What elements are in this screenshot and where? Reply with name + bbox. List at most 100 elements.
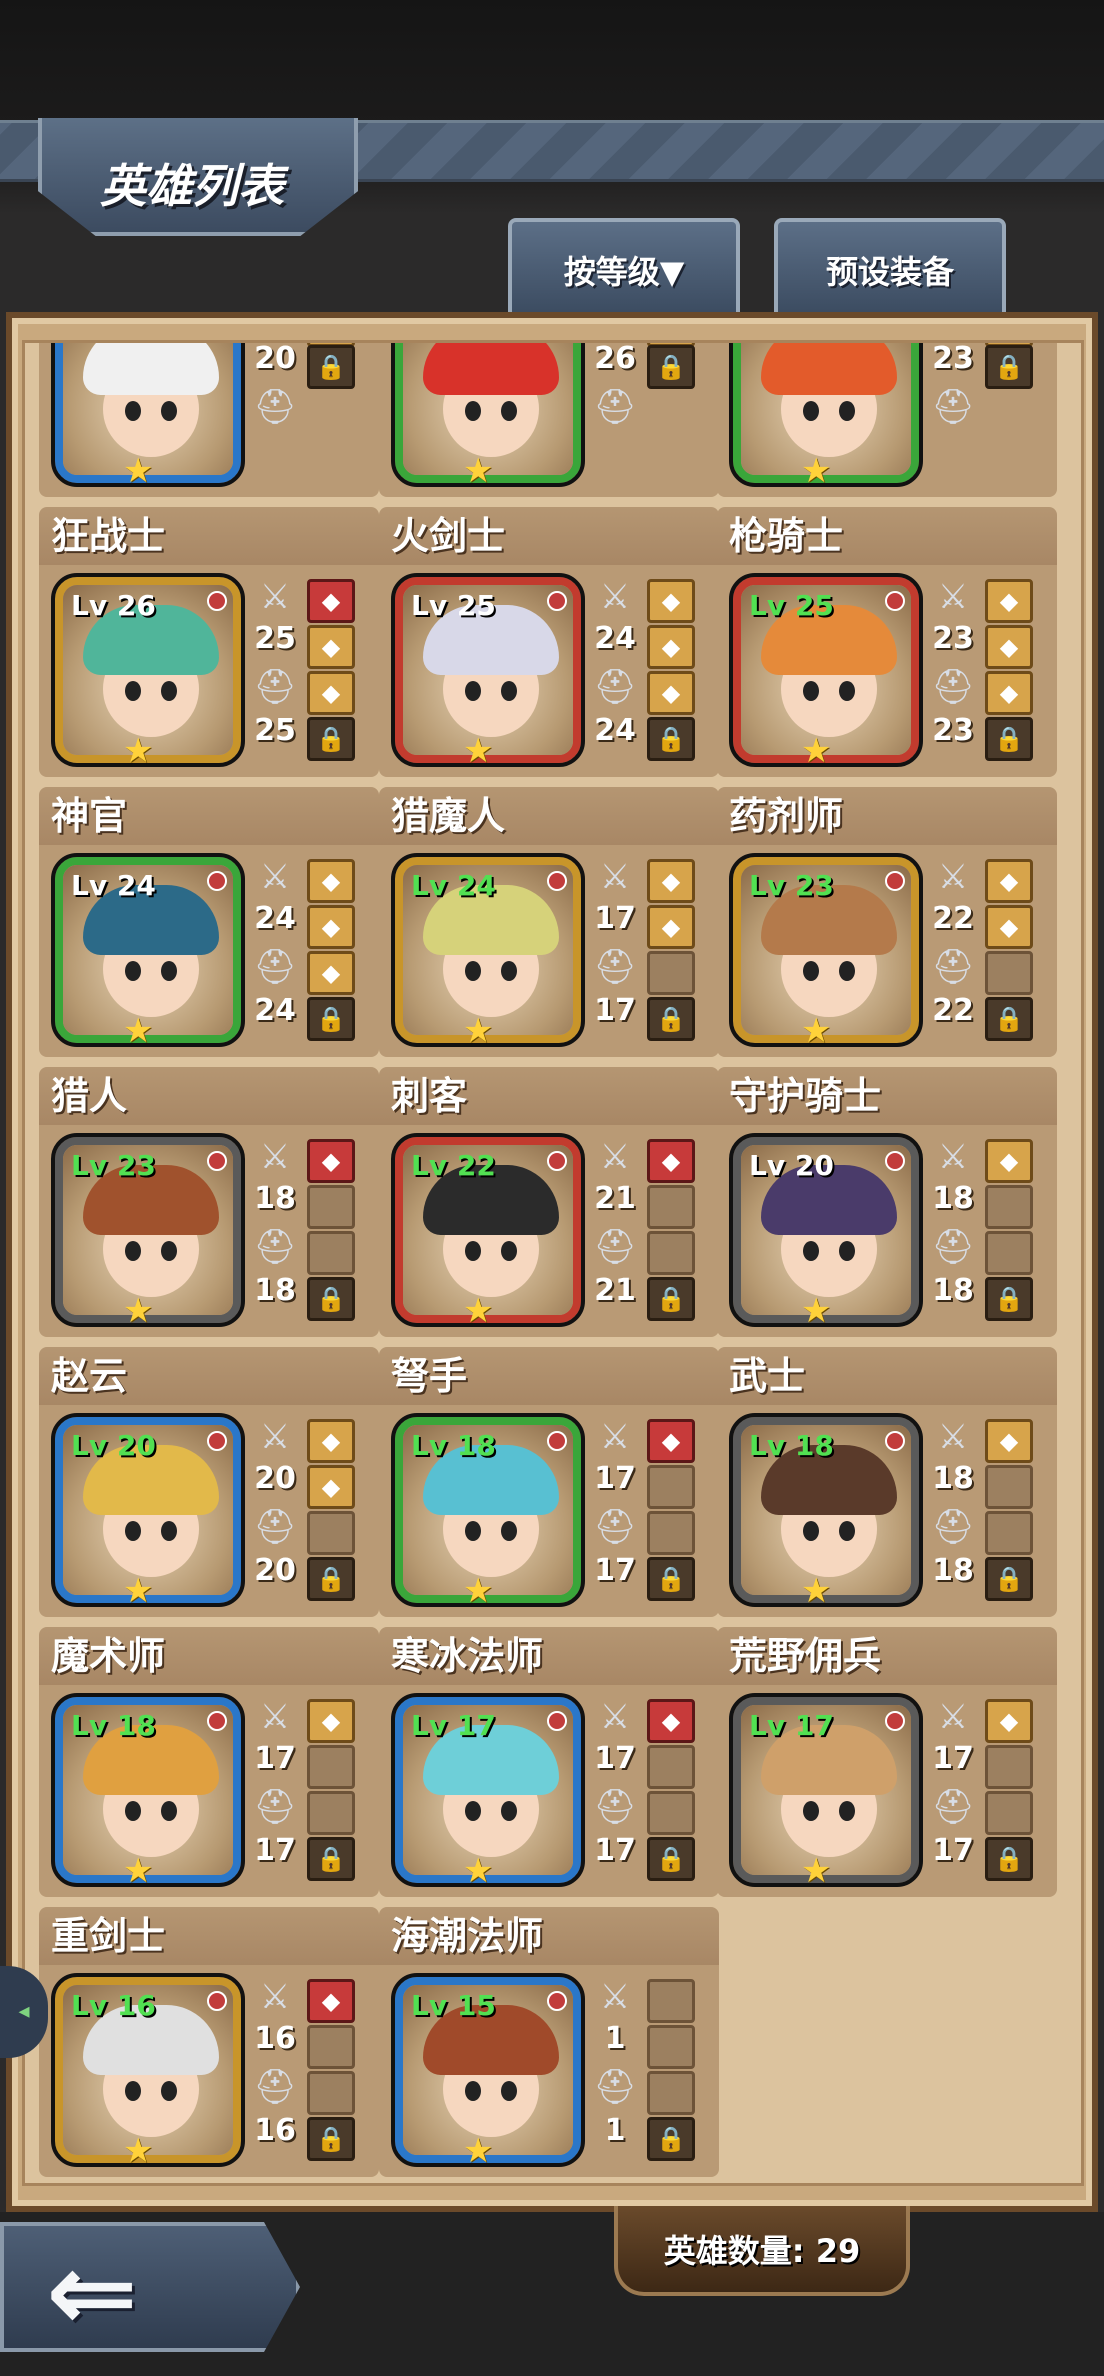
empty-equipment-slot[interactable] xyxy=(647,1745,695,1789)
empty-equipment-slot[interactable] xyxy=(985,1231,1033,1275)
equipment-slot[interactable]: ◆ xyxy=(985,671,1033,715)
lock-icon[interactable]: 🔒 xyxy=(647,2117,695,2161)
lock-icon[interactable]: 🔒 xyxy=(647,717,695,761)
equipment-slot[interactable]: ◆ xyxy=(307,905,355,949)
equipment-slot[interactable]: ◆ xyxy=(307,1139,355,1183)
equipment-slot[interactable]: ◆ xyxy=(307,579,355,623)
equipment-slot[interactable]: ◆ xyxy=(985,1139,1033,1183)
hero-card[interactable]: 海潮法师 Lv 15 ★ ⚔ 1 ⛑ 1 🔒 xyxy=(379,1907,719,2177)
hero-name: 猎人 xyxy=(39,1067,379,1125)
hero-card[interactable]: 武士 Lv 18 ★ ⚔ 18 ⛑ 18 ◆ 🔒 xyxy=(717,1347,1057,1617)
empty-equipment-slot[interactable] xyxy=(307,1185,355,1229)
empty-equipment-slot[interactable] xyxy=(985,1791,1033,1835)
lock-icon[interactable]: 🔒 xyxy=(985,345,1033,389)
empty-equipment-slot[interactable] xyxy=(647,2071,695,2115)
sort-by-level-button[interactable]: 按等级▼ xyxy=(508,218,740,318)
empty-equipment-slot[interactable] xyxy=(647,1465,695,1509)
defense-value: 17 xyxy=(932,1833,974,1868)
empty-equipment-slot[interactable] xyxy=(647,1231,695,1275)
equipment-slot[interactable]: ◆ xyxy=(985,1699,1033,1743)
equipment-slot[interactable]: ◆ xyxy=(647,859,695,903)
equipment-slot[interactable]: ◆ xyxy=(307,951,355,995)
empty-equipment-slot[interactable] xyxy=(647,1979,695,2023)
empty-equipment-slot[interactable] xyxy=(647,951,695,995)
empty-equipment-slot[interactable] xyxy=(307,1511,355,1555)
hero-card[interactable]: 寒冰法师 Lv 17 ★ ⚔ 17 ⛑ 17 ◆ 🔒 xyxy=(379,1627,719,1897)
equipment-slot[interactable]: ◆ xyxy=(307,1419,355,1463)
equipment-slot[interactable]: ◆ xyxy=(307,1699,355,1743)
equipment-slot[interactable]: ◆ xyxy=(307,625,355,669)
hero-card[interactable]: 刺客 Lv 22 ★ ⚔ 21 ⛑ 21 ◆ 🔒 xyxy=(379,1067,719,1337)
star-icon: ★ xyxy=(801,1011,832,1051)
back-arrow-icon[interactable]: ⇐ xyxy=(46,2228,138,2356)
empty-equipment-slot[interactable] xyxy=(985,1745,1033,1789)
hero-card[interactable]: ★⚔20⛑◆🔒 xyxy=(39,343,379,497)
equipment-slot[interactable]: ◆ xyxy=(307,671,355,715)
empty-equipment-slot[interactable] xyxy=(647,1185,695,1229)
back-button[interactable] xyxy=(0,2222,300,2352)
lock-icon[interactable]: 🔒 xyxy=(647,345,695,389)
equipment-slot[interactable]: ◆ xyxy=(985,905,1033,949)
empty-equipment-slot[interactable] xyxy=(307,1745,355,1789)
lock-icon[interactable]: 🔒 xyxy=(307,1277,355,1321)
lock-icon[interactable]: 🔒 xyxy=(307,1837,355,1881)
hero-card[interactable]: 魔术师 Lv 18 ★ ⚔ 17 ⛑ 17 ◆ 🔒 xyxy=(39,1627,379,1897)
lock-icon[interactable]: 🔒 xyxy=(307,2117,355,2161)
empty-equipment-slot[interactable] xyxy=(307,1231,355,1275)
lock-icon[interactable]: 🔒 xyxy=(985,717,1033,761)
empty-equipment-slot[interactable] xyxy=(985,951,1033,995)
equipment-slot[interactable]: ◆ xyxy=(647,1139,695,1183)
equipment-slot[interactable]: ◆ xyxy=(307,1465,355,1509)
empty-equipment-slot[interactable] xyxy=(647,1791,695,1835)
equipment-slot[interactable]: ◆ xyxy=(307,1979,355,2023)
lock-icon[interactable]: 🔒 xyxy=(647,1557,695,1601)
equipment-slot[interactable]: ◆ xyxy=(647,671,695,715)
hero-card[interactable]: 枪骑士 Lv 25 ★ ⚔ 23 ⛑ 23 ◆ ◆ ◆ 🔒 xyxy=(717,507,1057,777)
lock-icon[interactable]: 🔒 xyxy=(647,997,695,1041)
empty-equipment-slot[interactable] xyxy=(647,2025,695,2069)
empty-equipment-slot[interactable] xyxy=(985,1511,1033,1555)
empty-equipment-slot[interactable] xyxy=(307,1791,355,1835)
lock-icon[interactable]: 🔒 xyxy=(985,1837,1033,1881)
hero-card[interactable]: 荒野佣兵 Lv 17 ★ ⚔ 17 ⛑ 17 ◆ 🔒 xyxy=(717,1627,1057,1897)
hero-grid[interactable]: ★⚔20⛑◆🔒★⚔26⛑◆🔒★⚔23⛑◆🔒 狂战士Lv 26★⚔25⛑25◆◆◆🔒… xyxy=(22,340,1084,2186)
empty-equipment-slot[interactable] xyxy=(985,1465,1033,1509)
preset-equipment-button[interactable]: 预设装备 xyxy=(774,218,1006,318)
empty-equipment-slot[interactable] xyxy=(985,1185,1033,1229)
empty-equipment-slot[interactable] xyxy=(647,1511,695,1555)
empty-equipment-slot[interactable] xyxy=(307,2071,355,2115)
equipment-slot[interactable]: ◆ xyxy=(985,579,1033,623)
hero-card[interactable]: 赵云 Lv 20 ★ ⚔ 20 ⛑ 20 ◆ ◆ 🔒 xyxy=(39,1347,379,1617)
equipment-slot[interactable]: ◆ xyxy=(985,1419,1033,1463)
equipment-slot[interactable]: ◆ xyxy=(985,625,1033,669)
equipment-slot[interactable]: ◆ xyxy=(647,579,695,623)
lock-icon[interactable]: 🔒 xyxy=(647,1837,695,1881)
lock-icon[interactable]: 🔒 xyxy=(985,1277,1033,1321)
equipment-slot[interactable]: ◆ xyxy=(647,1419,695,1463)
star-icon: ★ xyxy=(123,451,154,491)
hero-card[interactable]: 狂战士 Lv 26 ★ ⚔ 25 ⛑ 25 ◆ ◆ ◆ 🔒 xyxy=(39,507,379,777)
hero-card[interactable]: 药剂师 Lv 23 ★ ⚔ 22 ⛑ 22 ◆ ◆ 🔒 xyxy=(717,787,1057,1057)
lock-icon[interactable]: 🔒 xyxy=(307,345,355,389)
hero-card[interactable]: ★⚔23⛑◆🔒 xyxy=(717,343,1057,497)
hero-card[interactable]: 火剑士 Lv 25 ★ ⚔ 24 ⛑ 24 ◆ ◆ ◆ 🔒 xyxy=(379,507,719,777)
hero-card[interactable]: 神官 Lv 24 ★ ⚔ 24 ⛑ 24 ◆ ◆ ◆ 🔒 xyxy=(39,787,379,1057)
lock-icon[interactable]: 🔒 xyxy=(307,1557,355,1601)
hero-card[interactable]: ★⚔26⛑◆🔒 xyxy=(379,343,719,497)
hero-card[interactable]: 重剑士 Lv 16 ★ ⚔ 16 ⛑ 16 ◆ 🔒 xyxy=(39,1907,379,2177)
lock-icon[interactable]: 🔒 xyxy=(647,1277,695,1321)
hero-card[interactable]: 弩手 Lv 18 ★ ⚔ 17 ⛑ 17 ◆ 🔒 xyxy=(379,1347,719,1617)
equipment-slot[interactable]: ◆ xyxy=(647,1699,695,1743)
hero-card[interactable]: 守护骑士 Lv 20 ★ ⚔ 18 ⛑ 18 ◆ 🔒 xyxy=(717,1067,1057,1337)
equipment-slot[interactable]: ◆ xyxy=(647,905,695,949)
lock-icon[interactable]: 🔒 xyxy=(985,1557,1033,1601)
lock-icon[interactable]: 🔒 xyxy=(307,997,355,1041)
hero-card[interactable]: 猎人 Lv 23 ★ ⚔ 18 ⛑ 18 ◆ 🔒 xyxy=(39,1067,379,1337)
lock-icon[interactable]: 🔒 xyxy=(307,717,355,761)
empty-equipment-slot[interactable] xyxy=(307,2025,355,2069)
hero-card[interactable]: 猎魔人 Lv 24 ★ ⚔ 17 ⛑ 17 ◆ ◆ 🔒 xyxy=(379,787,719,1057)
lock-icon[interactable]: 🔒 xyxy=(985,997,1033,1041)
equipment-slot[interactable]: ◆ xyxy=(647,625,695,669)
equipment-slot[interactable]: ◆ xyxy=(985,859,1033,903)
equipment-slot[interactable]: ◆ xyxy=(307,859,355,903)
